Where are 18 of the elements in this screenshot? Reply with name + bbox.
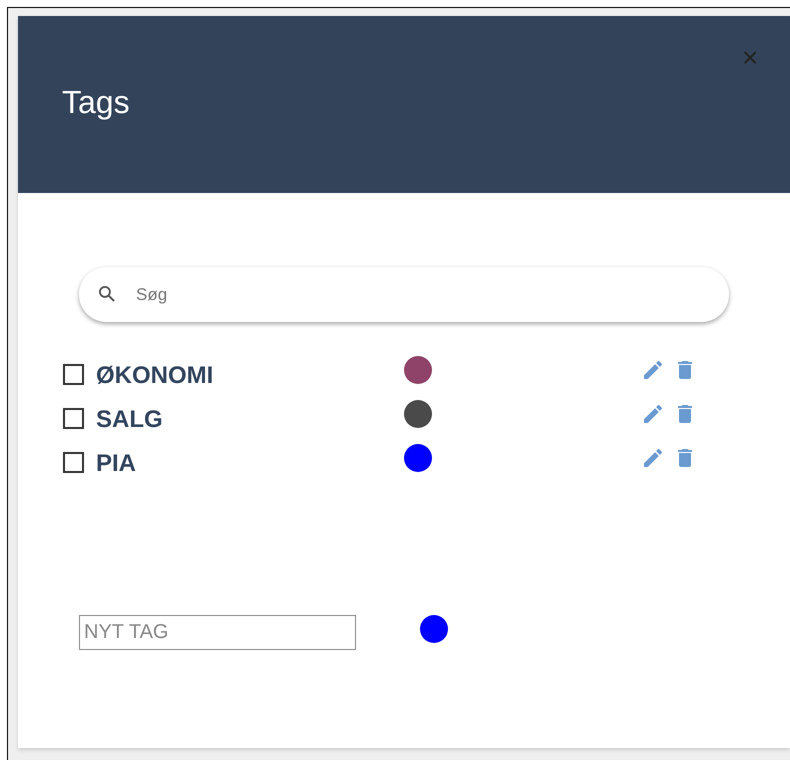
edit-icon[interactable] xyxy=(641,446,665,470)
checkbox[interactable] xyxy=(63,408,84,428)
search-icon xyxy=(97,284,117,304)
edit-icon[interactable] xyxy=(641,402,665,426)
checkbox[interactable] xyxy=(63,364,84,384)
color-dot[interactable] xyxy=(404,400,432,428)
close-button[interactable]: × xyxy=(738,44,762,72)
checkbox[interactable] xyxy=(63,452,84,472)
tag-label: SALG xyxy=(96,405,164,434)
color-dot[interactable] xyxy=(404,444,432,472)
edit-icon[interactable] xyxy=(641,358,665,382)
color-dot[interactable] xyxy=(404,356,432,384)
new-tag-field[interactable]: NYT TAG xyxy=(79,615,356,650)
dialog-title: Tags xyxy=(62,84,130,121)
color-dot[interactable] xyxy=(420,614,448,642)
tag-label: ØKONOMI xyxy=(96,361,214,390)
tag-label: PIA xyxy=(96,449,138,478)
search-field[interactable]: Søg xyxy=(79,267,729,322)
